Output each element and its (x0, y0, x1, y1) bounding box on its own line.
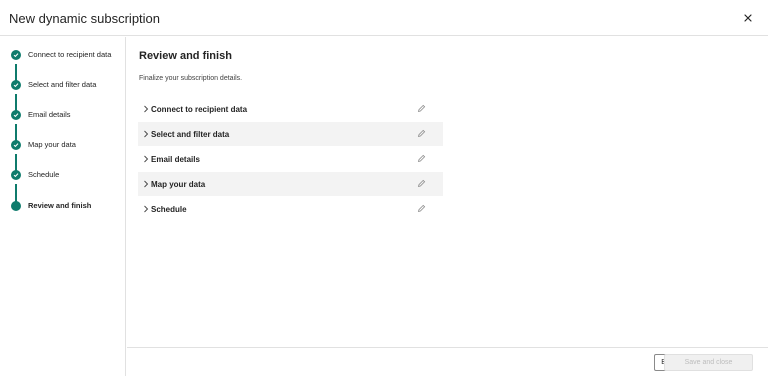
step-label: Schedule (28, 170, 60, 179)
check-icon (11, 140, 21, 150)
section-email-details[interactable]: Email details (138, 147, 443, 171)
stepper-sidebar: Connect to recipient data Select and fil… (0, 37, 126, 376)
check-icon (11, 80, 21, 90)
section-label: Email details (151, 155, 200, 164)
page-title: Review and finish (139, 50, 232, 62)
step-label: Review and finish (28, 201, 92, 210)
close-icon[interactable] (742, 12, 754, 24)
step-label: Select and filter data (28, 80, 97, 89)
check-icon (11, 170, 21, 180)
chevron-right-icon (144, 130, 149, 138)
pencil-icon[interactable] (417, 204, 426, 213)
pencil-icon[interactable] (417, 129, 426, 138)
section-label: Map your data (151, 180, 206, 189)
dialog-header: New dynamic subscription (0, 0, 768, 36)
current-step-dot (11, 201, 21, 211)
pencil-icon[interactable] (417, 104, 426, 113)
step-label: Connect to recipient data (28, 50, 112, 59)
section-label: Schedule (151, 205, 187, 214)
section-connect-to-recipient-data[interactable]: Connect to recipient data (138, 97, 443, 121)
main-content: Review and finish Finalize your subscrip… (127, 37, 768, 347)
section-select-and-filter-data[interactable]: Select and filter data (138, 122, 443, 146)
page-description: Finalize your subscription details. (139, 75, 243, 82)
check-icon (11, 50, 21, 60)
pencil-icon[interactable] (417, 179, 426, 188)
pencil-icon[interactable] (417, 154, 426, 163)
chevron-right-icon (144, 155, 149, 163)
save-and-close-button[interactable]: Save and close (664, 354, 753, 371)
section-label: Select and filter data (151, 130, 230, 139)
chevron-right-icon (144, 205, 149, 213)
section-schedule[interactable]: Schedule (138, 197, 443, 221)
step-label: Email details (28, 110, 71, 119)
chevron-right-icon (144, 180, 149, 188)
section-map-your-data[interactable]: Map your data (138, 172, 443, 196)
dialog-title: New dynamic subscription (9, 11, 161, 26)
section-label: Connect to recipient data (151, 105, 248, 114)
check-icon (11, 110, 21, 120)
chevron-right-icon (144, 105, 149, 113)
step-label: Map your data (28, 140, 76, 149)
dialog-footer: Back Save and close (127, 347, 768, 376)
